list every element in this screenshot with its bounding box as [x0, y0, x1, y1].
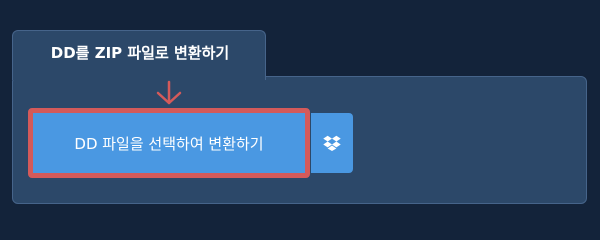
- tab-title: DD를 ZIP 파일로 변환하기: [50, 44, 230, 62]
- dropbox-icon: [323, 135, 341, 151]
- convert-tab[interactable]: DD를 ZIP 파일로 변환하기: [12, 30, 266, 80]
- select-dd-file-button[interactable]: DD 파일을 선택하여 변환하기: [28, 108, 310, 178]
- select-dd-file-label: DD 파일을 선택하여 변환하기: [74, 134, 264, 153]
- arrow-down-icon: [156, 80, 182, 105]
- dropbox-button[interactable]: [311, 113, 353, 173]
